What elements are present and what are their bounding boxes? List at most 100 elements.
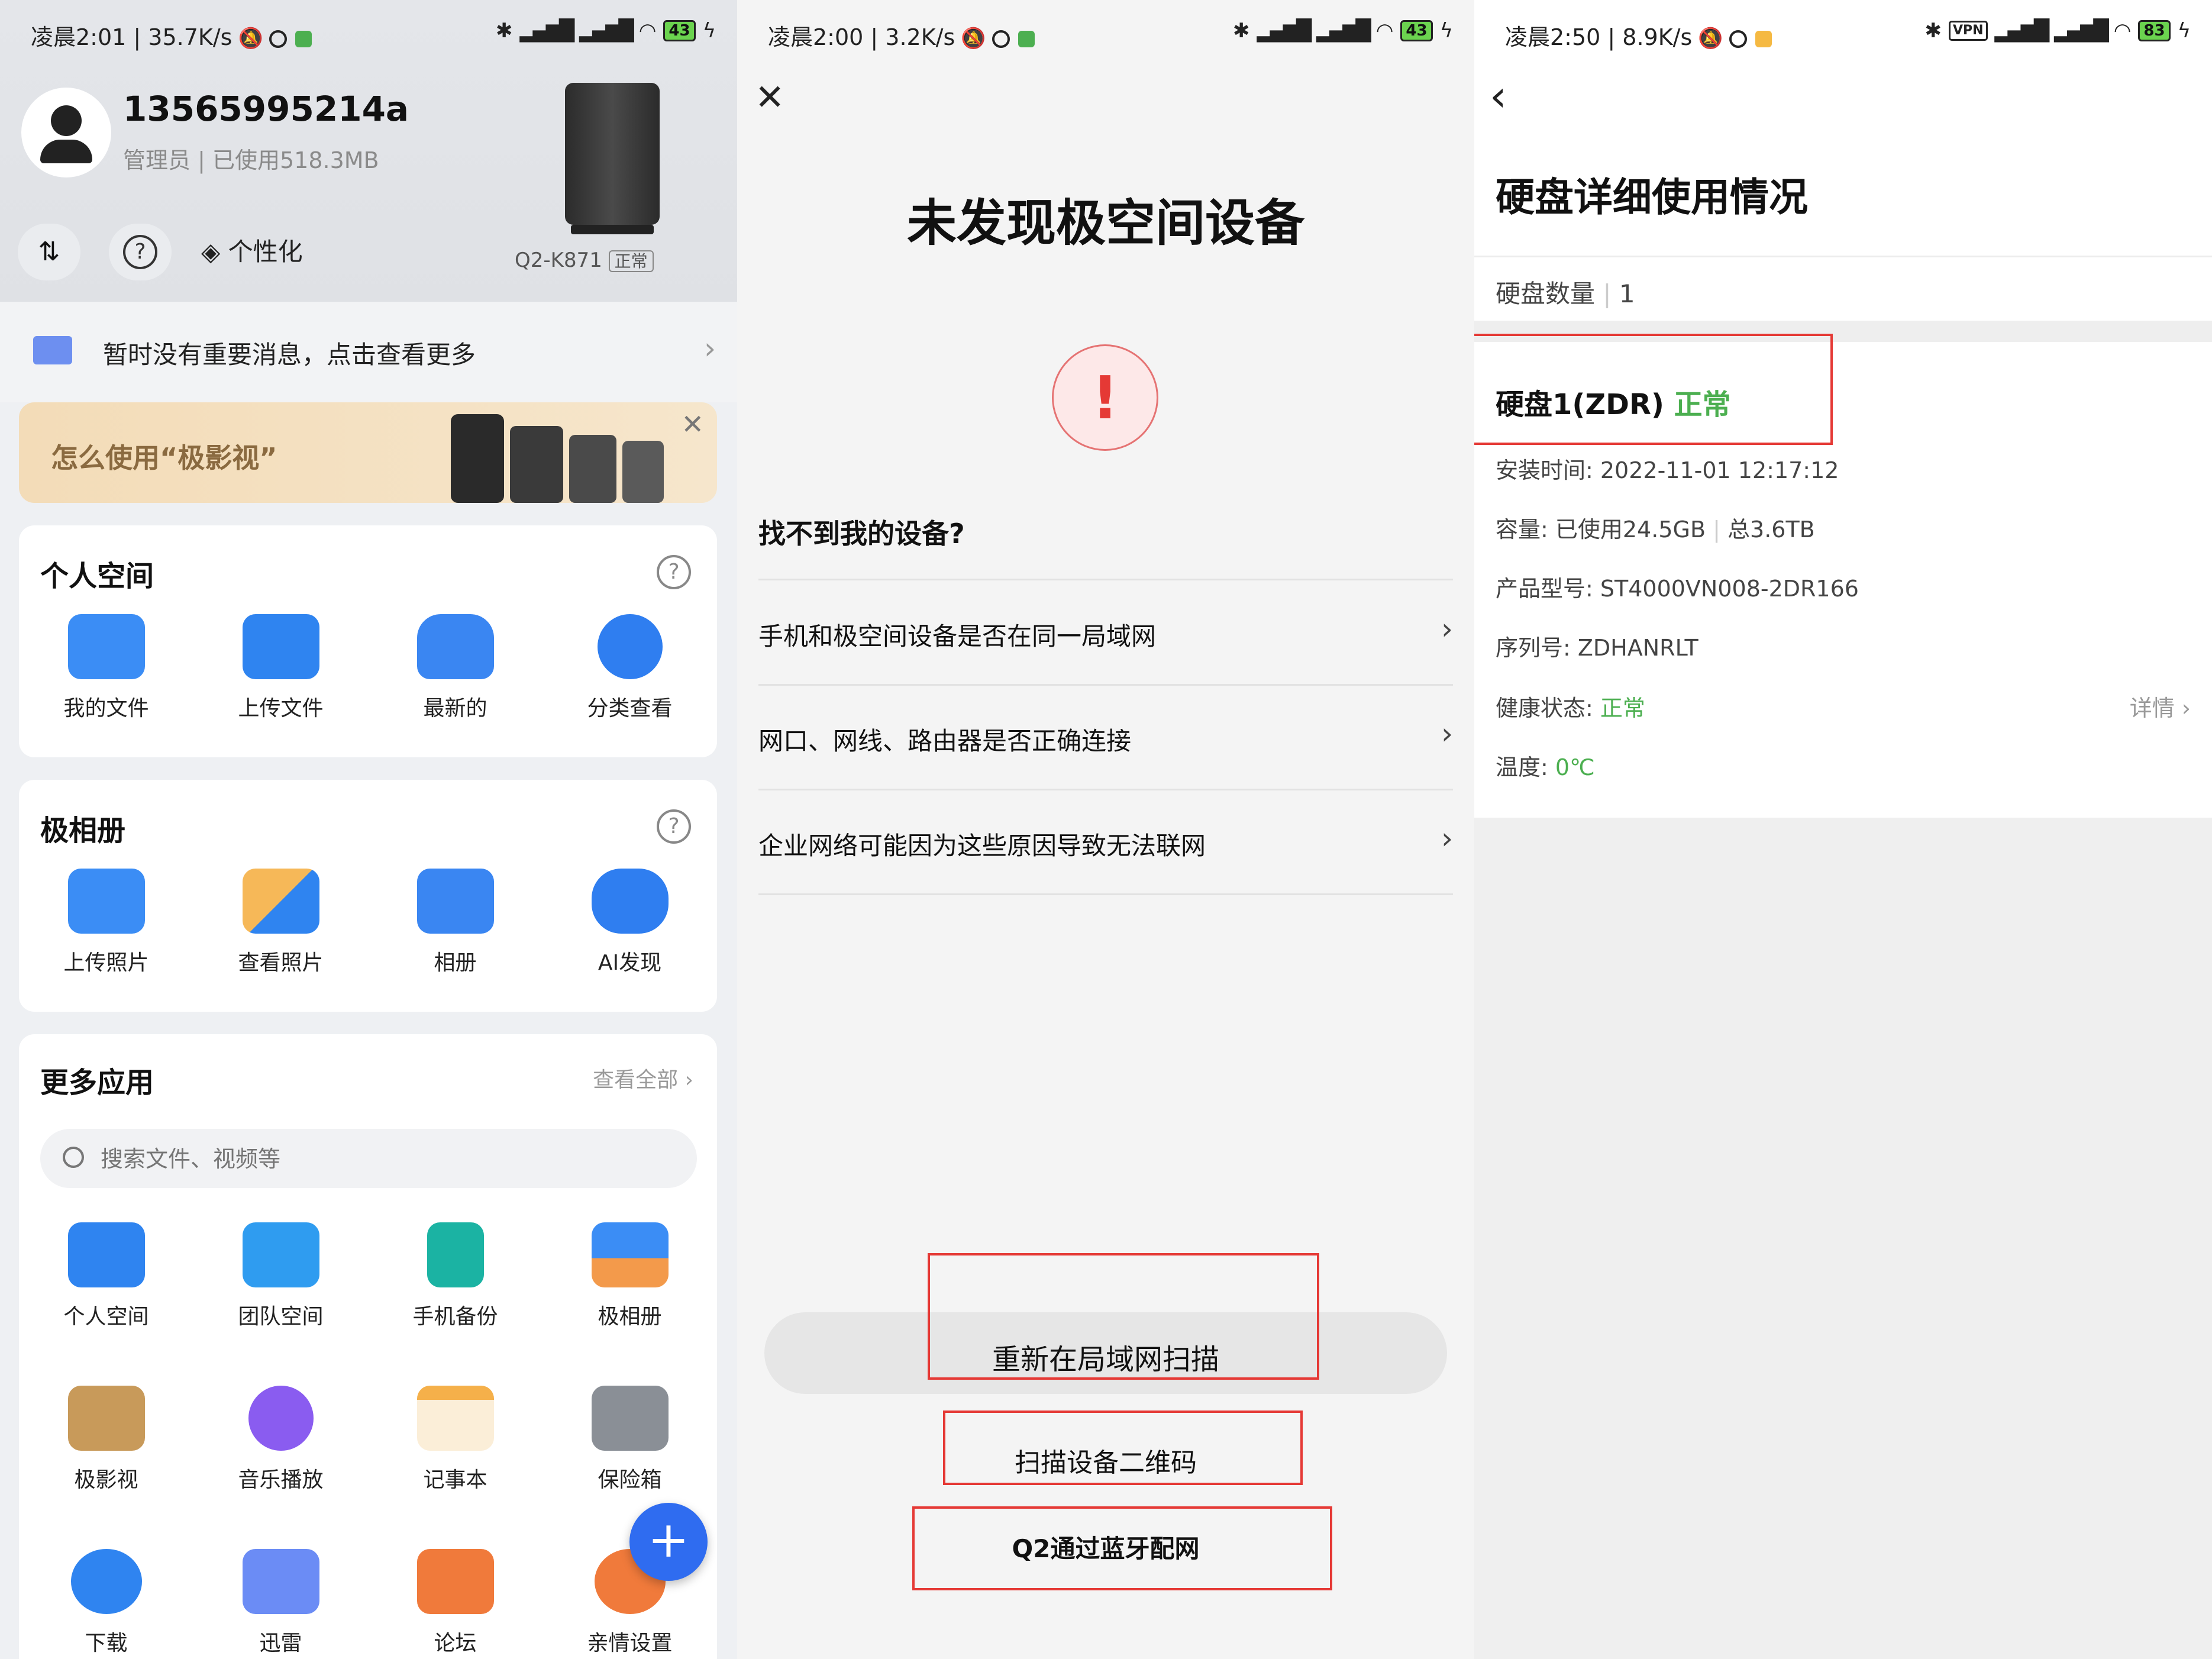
help-item-enterprise[interactable]: 企业网络可能因为这些原因导致无法联网 › [758,789,1453,895]
add-button[interactable]: + [629,1503,708,1581]
mute-icon: 🔕 [238,27,263,50]
personalize-button[interactable]: ◈ 个性化 [201,224,303,280]
app-label: 极影视 [74,1468,138,1492]
team-folder-icon [242,1222,319,1287]
safe-icon [591,1386,669,1451]
help-item-cable[interactable]: 网口、网线、路由器是否正确连接 › [758,685,1453,790]
promo-banner[interactable]: 怎么使用“极影视” ✕ [19,402,717,503]
alarm-icon [1729,30,1747,48]
help-button[interactable]: ? [109,224,172,280]
wifi-icon: ◠ [1375,19,1394,43]
app-personal-space[interactable]: 个人空间 [35,1222,177,1330]
device-stand [571,225,654,234]
app-notification-icon [1018,30,1035,47]
bluetooth-icon: ✱ [1233,19,1250,43]
message-bar[interactable]: 暂时没有重要消息，点击查看更多 › [0,302,737,402]
more-apps-row-3: 下载 迅雷 论坛 亲情设置 [19,1549,717,1657]
phone-illustration [451,414,504,503]
app-label: 亲情设置 [587,1631,673,1655]
app-label: 团队空间 [238,1305,324,1329]
globe-download-icon [70,1549,142,1614]
folder-icon [67,1222,145,1287]
app-view-photos[interactable]: 查看照片 [210,869,352,976]
app-label: 音乐播放 [238,1468,324,1492]
app-download[interactable]: 下载 [35,1549,177,1657]
view-all-link[interactable]: 查看全部 › [593,1063,693,1093]
app-label: 迅雷 [259,1631,302,1655]
app-music[interactable]: 音乐播放 [210,1386,352,1493]
signal-icon-2: ▂▄▆█ [579,19,634,43]
app-safe[interactable]: 保险箱 [559,1386,701,1493]
app-upload-files[interactable]: 上传文件 [210,614,352,722]
app-label: 论坛 [434,1631,477,1655]
battery-icon: 43 [1400,20,1433,41]
search-input[interactable] [99,1141,670,1177]
back-icon[interactable]: ‹ [1490,71,1507,121]
wifi-icon: ◠ [2113,19,2132,43]
bag-icon [416,614,494,679]
app-team-space[interactable]: 团队空间 [210,1222,352,1330]
phone-illustration-4 [622,441,664,503]
signal-icon-2: ▂▄▆█ [1316,19,1371,43]
help-icon[interactable]: ? [657,809,691,844]
help-item-label: 网口、网线、路由器是否正确连接 [758,727,1132,756]
app-upload-photos[interactable]: 上传照片 [35,869,177,976]
album-title: 极相册 [40,814,126,847]
app-ai-discover[interactable]: AI发现 [559,869,701,976]
close-icon[interactable]: ✕ [755,77,784,118]
account-phone[interactable]: 13565995214a [123,89,409,129]
chevron-right-icon: › [1441,716,1453,751]
capacity: 容量: 已使用24.5GB | 总3.6TB [1496,517,1815,543]
app-recent[interactable]: 最新的 [385,614,527,722]
avatar[interactable] [21,88,111,177]
help-item-lan[interactable]: 手机和极空间设备是否在同一局域网 › [758,580,1453,686]
phone-illustration-2 [510,426,563,503]
bluetooth-icon: ✱ [1924,19,1942,43]
charging-icon: ϟ [702,19,716,43]
help-icon[interactable]: ? [657,555,691,589]
status-text: 凌晨2:01 | 35.7K/s 🔕 [31,19,312,51]
chevron-right-icon: › [1441,612,1453,646]
app-forum[interactable]: 论坛 [385,1549,527,1657]
device-image[interactable] [565,83,660,225]
search-icon [63,1147,84,1168]
album-card: 极相册 ? 上传照片 查看照片 相册 AI发现 [19,780,717,1012]
app-label: 分类查看 [587,696,673,721]
app-thunder[interactable]: 迅雷 [210,1549,352,1657]
battery-icon: 43 [663,20,696,41]
status-text: 凌晨2:50 | 8.9K/s 🔕 [1505,19,1772,51]
device-model[interactable]: Q2-K871 正常 [515,248,654,272]
app-phone-backup[interactable]: 手机备份 [385,1222,527,1330]
app-notepad[interactable]: 记事本 [385,1386,527,1493]
app-video[interactable]: 极影视 [35,1386,177,1493]
signal-icon-2: ▂▄▆█ [2054,19,2109,43]
app-categories[interactable]: 分类查看 [559,614,701,722]
disk-detail-panel: 凌晨2:50 | 8.9K/s 🔕 ✱ VPN ▂▄▆█ ▂▄▆█ ◠ 83 ϟ … [1474,0,2212,1659]
highlight-box-rescan [928,1253,1319,1380]
question-heading: 找不到我的设备? [758,518,965,550]
phone-illustration-3 [569,435,616,503]
app-label: 极相册 [598,1305,662,1329]
app-photo-album[interactable]: 极相册 [559,1222,701,1330]
transfer-icon[interactable]: ⇅ [18,224,80,280]
app-label: 查看照片 [238,951,324,975]
close-icon[interactable]: ✕ [681,408,704,440]
app-my-files[interactable]: 我的文件 [35,614,177,722]
landscape-icon [591,1222,669,1287]
avatar-body [40,140,92,163]
app-albums[interactable]: 相册 [385,869,527,976]
app-notification-icon [295,30,312,47]
banner-text: 怎么使用“极影视” [51,442,277,474]
app-label: 最新的 [423,696,487,721]
charging-icon: ϟ [1439,19,1453,43]
charging-icon: ϟ [2177,19,2191,43]
music-icon [248,1386,314,1451]
album-grid: 上传照片 查看照片 相册 AI发现 [19,869,717,976]
vpn-icon: VPN [1948,21,1988,41]
signal-icon: ▂▄▆█ [519,19,575,43]
app-label: 记事本 [423,1468,487,1492]
message-text: 暂时没有重要消息，点击查看更多 [103,340,476,369]
search-bar[interactable] [40,1129,697,1188]
details-link[interactable]: 详情 › [2130,690,2191,722]
mute-icon: 🔕 [961,27,986,50]
